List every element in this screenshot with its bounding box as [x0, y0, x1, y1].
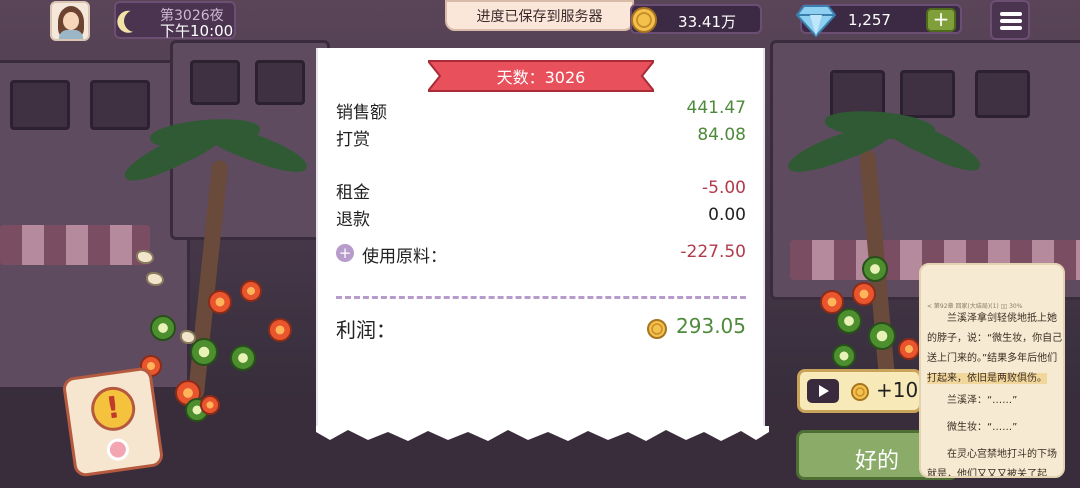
gem-icon [796, 5, 836, 38]
play-icon [807, 379, 839, 403]
reader-line: 兰溪泽：“……” [947, 395, 1018, 406]
ok-label: 好的 [855, 449, 900, 474]
coin-icon [631, 7, 657, 33]
profit-value: 293.05 [676, 314, 746, 338]
reader-line: 微生妆：“……” [947, 422, 1018, 433]
phone-home-button [105, 437, 131, 463]
refund-label: 退款 [336, 210, 370, 230]
alert-icon: ! [88, 384, 139, 434]
menu-icon [1000, 12, 1022, 16]
add-gems-button[interactable]: + [926, 8, 956, 32]
reader-highlight: 打起来，依旧是两败俱伤。 [927, 373, 1047, 384]
ingredients-value: -227.50 [680, 242, 746, 262]
tips-value: 84.08 [697, 125, 746, 145]
receipt-row-refund: 退款 0.00 [336, 205, 746, 230]
reader-overlay[interactable]: < 第92章 回家(大结局)(1) ▯▯ 30% 兰溪泽拿剑轻佻地抵上她的脖子，… [919, 263, 1065, 478]
gem-counter: 1,257 + [796, 4, 962, 38]
receipt-row-tips: 打赏 84.08 [336, 125, 746, 150]
coin-counter: 33.41万 [630, 4, 762, 34]
menu-button[interactable] [990, 0, 1030, 40]
sales-label: 销售额 [336, 103, 387, 123]
player-avatar[interactable] [50, 1, 90, 41]
day-banner: 天数：3026 [425, 57, 657, 94]
reader-paragraph: 兰溪泽拿剑轻佻地抵上她的脖子，说：“微生妆，你自己送上门来的。”结果多年后他们 [927, 313, 1063, 364]
reader-paragraph: 在灵心宫禁地打斗的下场就是，他们又又又被关了起 [927, 449, 1057, 478]
rent-value: -5.00 [702, 178, 746, 198]
coin-amount: 33.41万 [678, 13, 736, 31]
coin-icon [851, 383, 869, 401]
day-time-panel: 第3026夜 下午10:00 [114, 1, 236, 40]
gem-amount: 1,257 [848, 11, 891, 29]
expand-icon[interactable]: + [336, 244, 354, 262]
sales-value: 441.47 [686, 98, 746, 118]
receipt-row-rent: 租金 -5.00 [336, 178, 746, 203]
ad-reward: +10 [876, 378, 919, 402]
refund-value: 0.00 [708, 205, 746, 225]
ingredients-label: 使用原料： [362, 247, 447, 267]
rent-label: 租金 [336, 183, 370, 203]
tips-label: 打赏 [336, 130, 370, 150]
profit-label: 利润： [336, 318, 396, 342]
coin-icon [647, 319, 667, 339]
day-banner-text: 天数：3026 [496, 67, 586, 87]
receipt-row-ingredients[interactable]: + 使用原料： -227.50 [336, 242, 746, 267]
save-toast: 进度已保存到服务器 [445, 0, 634, 31]
divider [336, 296, 746, 299]
time-label: 下午10:00 [160, 22, 234, 40]
receipt-row-sales: 销售额 441.47 [336, 98, 746, 123]
profit-row: 利润： 293.05 [336, 314, 746, 344]
phone-notification[interactable]: ! [61, 366, 165, 478]
moon-icon [121, 7, 149, 35]
watch-ad-button[interactable]: +10 [797, 369, 922, 413]
